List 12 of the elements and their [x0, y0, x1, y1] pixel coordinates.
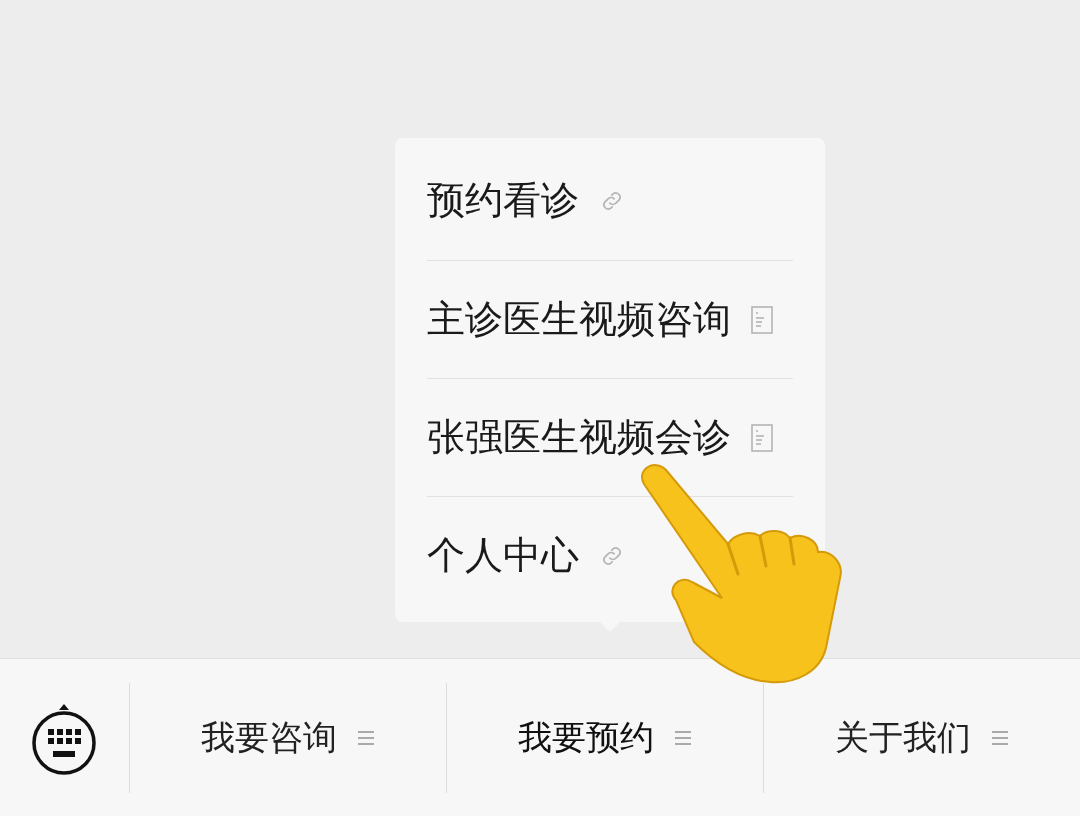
submenu-item[interactable]: 个人中心	[427, 531, 625, 580]
menu-tab[interactable]: 我要预约	[517, 712, 692, 763]
page-icon	[751, 305, 773, 334]
menu-tab[interactable]: 关于我们	[834, 712, 1009, 763]
submenu-item[interactable]: 主诊医生视频咨询	[427, 295, 773, 344]
menu-tab[interactable]: 我要咨询	[200, 712, 375, 763]
page-icon	[751, 423, 773, 452]
submenu-item[interactable]: 张强医生视频会诊	[427, 413, 773, 462]
menu-icon	[356, 728, 375, 747]
menu-icon	[990, 728, 1009, 747]
menu-icon	[673, 728, 692, 747]
submenu-item[interactable]: 预约看诊	[427, 177, 625, 225]
